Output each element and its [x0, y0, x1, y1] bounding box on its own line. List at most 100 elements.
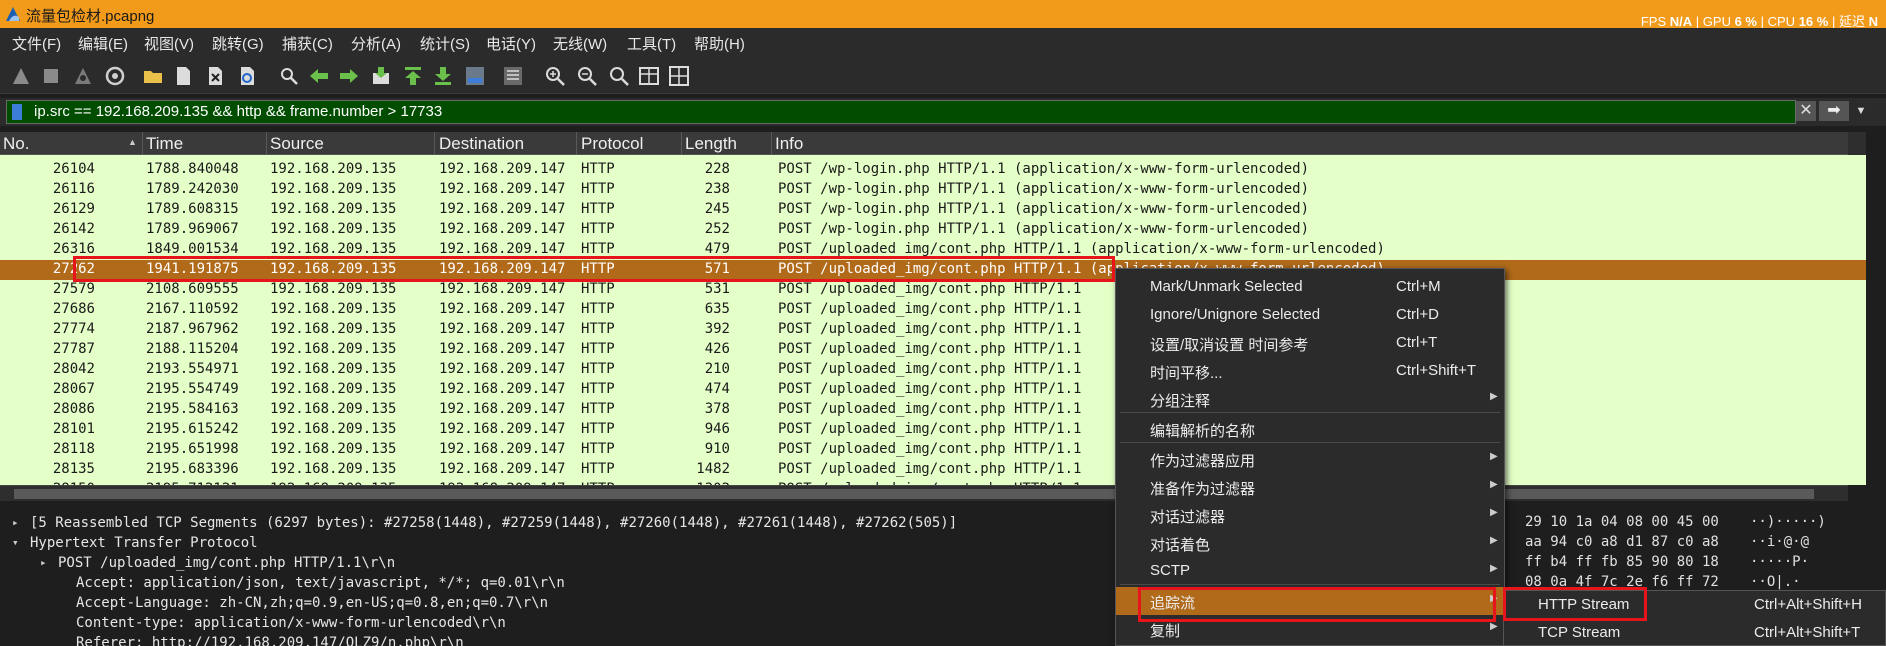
filter-text: ip.src == 192.168.209.135 && http && fra… [34, 103, 443, 120]
close-file-icon[interactable] [204, 65, 226, 87]
ascii-bytes[interactable]: ··)·····) [1750, 514, 1826, 534]
col-header-destination[interactable]: Destination [439, 134, 524, 154]
autoscroll-icon[interactable] [464, 65, 486, 87]
menu-colorize-conversation[interactable]: 对话着色 ▶ [1116, 529, 1504, 557]
hex-bytes[interactable]: ff b4 ff fb 85 90 80 18 [1525, 554, 1719, 574]
menu-analyze[interactable]: 分析(A) [351, 33, 401, 54]
layout-icon[interactable] [668, 65, 690, 87]
table-row[interactable]: 27686 2167.110592 192.168.209.135 192.168.2… [0, 300, 1866, 320]
cell-time: 2195.554749 [146, 381, 239, 397]
submenu-tcp-stream[interactable]: TCP Stream Ctrl+Alt+Shift+T [1504, 619, 1885, 646]
menu-wireless[interactable]: 无线(W) [553, 33, 607, 54]
bookmark-icon[interactable] [12, 104, 22, 120]
cell-no: 28101 [52, 421, 95, 437]
zoom-in-icon[interactable] [544, 65, 566, 87]
menu-sctp[interactable]: SCTP ▶ [1116, 557, 1504, 585]
display-filter-input[interactable]: ip.src == 192.168.209.135 && http && fra… [6, 100, 1796, 124]
table-row[interactable]: 28135 2195.683396 192.168.209.135 192.168.2… [0, 460, 1866, 480]
table-row[interactable]: 26142 1789.969067 192.168.209.135 192.168.2… [0, 220, 1866, 240]
col-header-length[interactable]: Length [685, 134, 737, 154]
goto-packet-icon[interactable] [370, 65, 392, 87]
hscroll-thumb[interactable] [14, 489, 1814, 499]
table-row[interactable]: 28067 2195.554749 192.168.209.135 192.168.2… [0, 380, 1866, 400]
col-header-no[interactable]: No. [3, 134, 29, 154]
cell-protocol: HTTP [581, 281, 615, 297]
expand-down-icon[interactable]: ▾ [12, 536, 19, 549]
menu-ignore-unignore[interactable]: Ignore/Unignore Selected Ctrl+D [1116, 301, 1504, 329]
colorize-icon[interactable] [502, 65, 524, 87]
col-header-protocol[interactable]: Protocol [581, 134, 643, 154]
hex-bytes[interactable]: 29 10 1a 04 08 00 45 00 [1525, 514, 1719, 534]
search-icon[interactable] [278, 65, 300, 87]
expand-right-icon[interactable]: ▸ [40, 556, 47, 569]
col-header-source[interactable]: Source [270, 134, 324, 154]
menu-help[interactable]: 帮助(H) [694, 33, 745, 54]
detail-tree-item[interactable]: ▾ Hypertext Transfer Protocol [0, 534, 1115, 554]
packet-list-hscrollbar[interactable] [0, 485, 1848, 501]
menu-edit[interactable]: 编辑(E) [78, 33, 128, 54]
submenu-arrow-icon: ▶ [1490, 479, 1498, 490]
open-folder-icon[interactable] [142, 65, 164, 87]
table-row[interactable]: 28101 2195.615242 192.168.209.135 192.168.2… [0, 420, 1866, 440]
menu-mark-unmark[interactable]: Mark/Unmark Selected Ctrl+M [1116, 273, 1504, 301]
menu-capture[interactable]: 捕获(C) [282, 33, 333, 54]
apply-filter-arrow-icon[interactable]: ➡ [1819, 101, 1849, 121]
filter-history-dropdown-icon[interactable]: ▼ [1852, 101, 1870, 121]
detail-tree-item[interactable]: Content-type: application/x-www-form-url… [0, 614, 1115, 634]
table-row[interactable]: 27787 2188.115204 192.168.209.135 192.168.2… [0, 340, 1866, 360]
cell-source: 192.168.209.135 [270, 301, 397, 317]
detail-text: Accept: application/json, text/javascrip… [76, 575, 565, 591]
ascii-bytes[interactable]: ··i·@·@ [1750, 534, 1809, 554]
file-icon[interactable] [172, 65, 194, 87]
menu-edit-resolved-name[interactable]: 编辑解析的名称 [1116, 415, 1504, 443]
table-row[interactable]: 26104 1788.840048 192.168.209.135 192.168.2… [0, 160, 1866, 180]
last-packet-icon[interactable] [432, 65, 454, 87]
table-row[interactable]: 27774 2187.967962 192.168.209.135 192.168.2… [0, 320, 1866, 340]
menu-packet-comment[interactable]: 分组注释 ▶ [1116, 385, 1504, 413]
zoom-out-icon[interactable] [576, 65, 598, 87]
detail-tree-item[interactable]: ▸ [5 Reassembled TCP Segments (6297 bytes… [0, 514, 1115, 534]
menu-file[interactable]: 文件(F) [12, 33, 61, 54]
detail-tree-item[interactable]: Accept: application/json, text/javascrip… [0, 574, 1115, 594]
menu-prepare-as-filter[interactable]: 准备作为过滤器 ▶ [1116, 473, 1504, 501]
cell-time: 1788.840048 [146, 161, 239, 177]
reload-icon[interactable] [236, 65, 258, 87]
gear-options-icon[interactable] [104, 65, 126, 87]
cell-source: 192.168.209.135 [270, 461, 397, 477]
menu-telephony[interactable]: 电话(Y) [486, 33, 536, 54]
menu-statistics[interactable]: 统计(S) [420, 33, 470, 54]
clear-filter-icon[interactable]: ✕ [1796, 101, 1816, 121]
table-row[interactable]: 28118 2195.651998 192.168.209.135 192.168.2… [0, 440, 1866, 460]
detail-tree-item[interactable]: Referer: http://192.168.209.147/OLZ9/n.p… [0, 634, 1115, 646]
table-row[interactable]: 27579 2108.609555 192.168.209.135 192.168.2… [0, 280, 1866, 300]
detail-tree-item[interactable]: ▸ POST /uploaded_img/cont.php HTTP/1.1\r\… [0, 554, 1115, 574]
menu-time-shift[interactable]: 时间平移... Ctrl+Shift+T [1116, 357, 1504, 385]
table-row[interactable]: 28086 2195.584163 192.168.209.135 192.168.2… [0, 400, 1866, 420]
expand-right-icon[interactable]: ▸ [12, 516, 19, 529]
detail-tree-item[interactable]: Accept-Language: zh-CN,zh;q=0.9,en-US;q=… [0, 594, 1115, 614]
menu-conversation-filter[interactable]: 对话过滤器 ▶ [1116, 501, 1504, 529]
shark-fin-start-icon[interactable] [10, 65, 32, 87]
cell-protocol: HTTP [581, 381, 615, 397]
menu-time-reference[interactable]: 设置/取消设置 时间参考 Ctrl+T [1116, 329, 1504, 357]
col-header-time[interactable]: Time [146, 134, 183, 154]
zoom-reset-icon[interactable] [608, 65, 630, 87]
stop-square-icon[interactable] [40, 65, 62, 87]
cell-time: 2187.967962 [146, 321, 239, 337]
forward-arrow-icon[interactable] [338, 65, 360, 87]
first-packet-icon[interactable] [402, 65, 424, 87]
menu-view[interactable]: 视图(V) [144, 33, 194, 54]
back-arrow-icon[interactable] [308, 65, 330, 87]
table-row[interactable]: 26129 1789.608315 192.168.209.135 192.168.2… [0, 200, 1866, 220]
gpu-label: GPU [1702, 14, 1731, 29]
table-row[interactable]: 26116 1789.242030 192.168.209.135 192.168.2… [0, 180, 1866, 200]
hex-bytes[interactable]: aa 94 c0 a8 d1 87 c0 a8 [1525, 534, 1719, 554]
menu-apply-as-filter[interactable]: 作为过滤器应用 ▶ [1116, 445, 1504, 473]
menu-tools[interactable]: 工具(T) [627, 33, 676, 54]
col-header-info[interactable]: Info [775, 134, 803, 154]
ascii-bytes[interactable]: ·····P· [1750, 554, 1809, 574]
resize-columns-icon[interactable] [638, 65, 660, 87]
restart-fin-icon[interactable] [72, 65, 94, 87]
menu-go[interactable]: 跳转(G) [212, 33, 264, 54]
table-row[interactable]: 28042 2193.554971 192.168.209.135 192.168.2… [0, 360, 1866, 380]
